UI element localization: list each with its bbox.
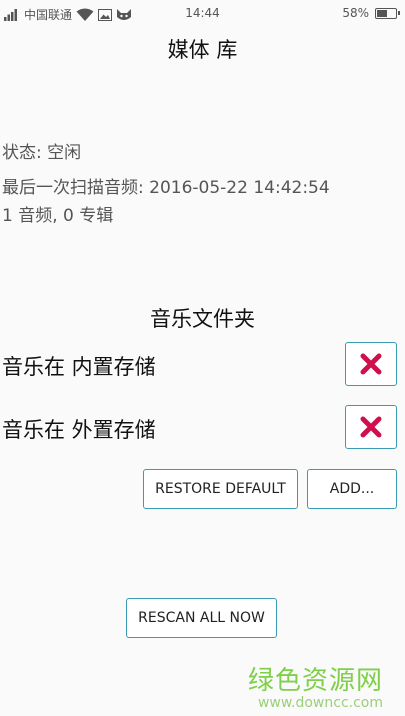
- status-right: 58%: [342, 6, 400, 20]
- remove-folder-button[interactable]: [345, 405, 397, 449]
- watermark-url: www.downcc.com: [257, 695, 383, 711]
- close-icon: [360, 353, 382, 375]
- restore-default-button[interactable]: RESTORE DEFAULT: [143, 469, 298, 509]
- last-scan-text: 最后一次扫描音频: 2016-05-22 14:42:54: [2, 178, 330, 198]
- watermark: 绿色资源网 www.downcc.com: [248, 660, 383, 711]
- status-text: 状态: 空闲: [2, 143, 82, 163]
- battery-fill: [377, 9, 387, 17]
- counts-text: 1 音频, 0 专辑: [2, 206, 114, 226]
- folder-row-internal: 音乐在 内置存储: [0, 342, 405, 388]
- close-icon: [360, 416, 382, 438]
- battery-percent: 58%: [342, 6, 369, 20]
- page-title: 媒体 库: [167, 38, 238, 62]
- add-folder-button[interactable]: ADD...: [307, 469, 397, 509]
- rescan-all-button[interactable]: RESCAN ALL NOW: [126, 598, 277, 638]
- folder-label: 音乐在 内置存储: [2, 355, 156, 379]
- battery-icon: [375, 7, 400, 19]
- folder-label: 音乐在 外置存储: [2, 418, 156, 442]
- remove-folder-button[interactable]: [345, 342, 397, 386]
- status-bar: 中国联通 14:44 58%: [0, 0, 405, 28]
- watermark-text: 绿色资源网: [247, 666, 383, 696]
- folder-row-external: 音乐在 外置存储: [0, 405, 405, 451]
- music-folders-heading: 音乐文件夹: [150, 307, 255, 331]
